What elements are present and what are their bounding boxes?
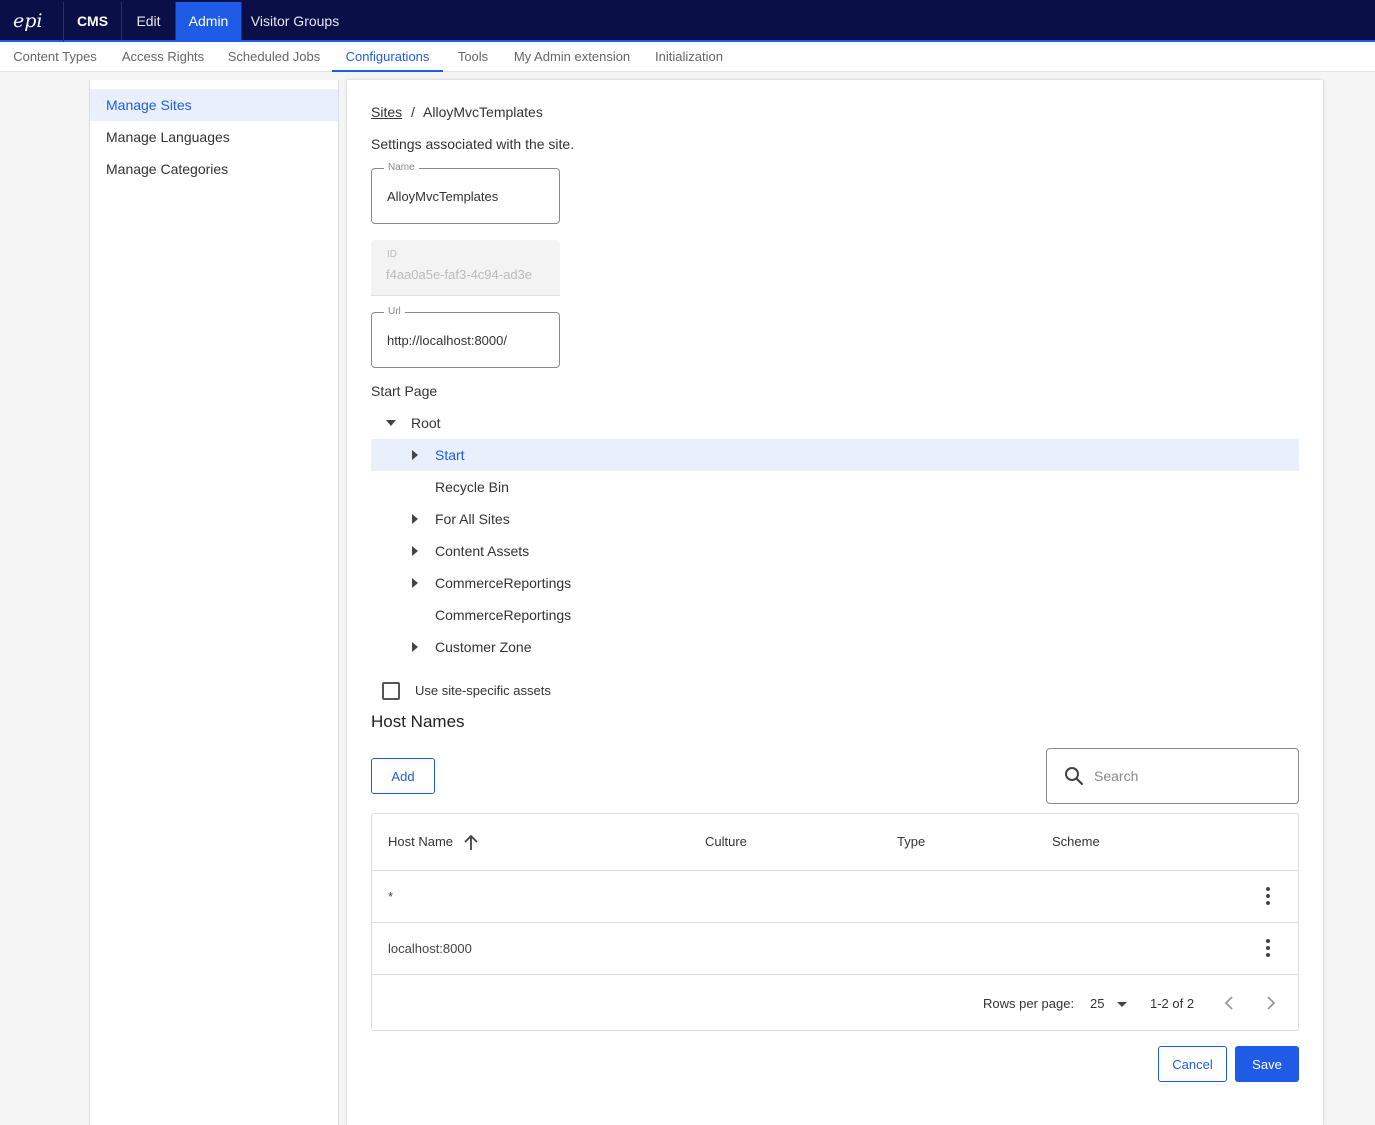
tree-node-commerce-reportings-2[interactable]: CommerceReportings — [371, 599, 1299, 631]
table-row[interactable]: localhost:8000 — [372, 922, 1298, 974]
host-name-cell: localhost:8000 — [388, 941, 472, 956]
breadcrumb-current: AlloyMvcTemplates — [423, 104, 543, 120]
search-input[interactable]: Search — [1094, 768, 1138, 784]
id-field: ID f4aa0a5e-faf3-4c94-ad3e — [371, 240, 560, 296]
tree-node-start[interactable]: Start — [371, 439, 1299, 471]
tab-tools[interactable]: Tools — [443, 42, 503, 72]
tab-scheduled-jobs[interactable]: Scheduled Jobs — [216, 42, 332, 72]
tree-node-label: CommerceReportings — [435, 607, 572, 623]
more-options-icon[interactable] — [1262, 887, 1274, 907]
chevron-left-icon[interactable] — [1224, 996, 1236, 1010]
nav-admin[interactable]: Admin — [176, 2, 242, 40]
page-description: Settings associated with the site. — [371, 136, 575, 152]
cancel-button[interactable]: Cancel — [1158, 1046, 1227, 1082]
breadcrumb-separator: / — [411, 104, 415, 120]
url-field-value[interactable]: http://localhost:8000/ — [387, 333, 507, 348]
column-header-scheme[interactable]: Scheme — [1052, 814, 1100, 870]
tab-content-types[interactable]: Content Types — [0, 42, 110, 72]
rows-per-page-select[interactable]: 25 — [1090, 993, 1130, 1015]
site-settings-card: Sites / AlloyMvcTemplates Settings assoc… — [347, 80, 1323, 1125]
caret-right-icon[interactable] — [409, 535, 421, 567]
sort-ascending-icon[interactable] — [463, 834, 479, 851]
site-specific-assets-checkbox[interactable] — [382, 682, 400, 700]
breadcrumb-sites-link[interactable]: Sites — [371, 104, 402, 120]
tree-node-commerce-reportings[interactable]: CommerceReportings — [371, 567, 1299, 599]
host-name-cell: * — [388, 889, 394, 904]
column-header-type[interactable]: Type — [897, 814, 925, 870]
admin-sub-navigation: Content Types Access Rights Scheduled Jo… — [0, 42, 1375, 72]
pagination-range: 1-2 of 2 — [1150, 996, 1195, 1011]
tab-configurations[interactable]: Configurations — [332, 42, 443, 72]
nav-edit[interactable]: Edit — [122, 2, 176, 40]
tree-node-for-all-sites[interactable]: For All Sites — [371, 503, 1299, 535]
breadcrumb: Sites / AlloyMvcTemplates — [371, 104, 543, 120]
url-field[interactable]: Url http://localhost:8000/ — [371, 306, 560, 368]
sidebar-item-manage-languages[interactable]: Manage Languages — [90, 121, 338, 153]
caret-down-icon[interactable] — [1117, 1002, 1127, 1007]
name-field[interactable]: Name AlloyMvcTemplates — [371, 162, 560, 224]
tree-node-label: Start — [435, 447, 465, 463]
svg-text:epi: epi — [13, 11, 42, 32]
episerver-logo[interactable]: epi — [0, 2, 64, 42]
caret-right-icon[interactable] — [409, 631, 421, 663]
table-row[interactable]: * — [372, 870, 1298, 922]
site-specific-assets-label: Use site-specific assets — [415, 683, 551, 698]
tree-node-label: Customer Zone — [435, 639, 532, 655]
tree-node-label: Recycle Bin — [435, 479, 509, 495]
name-field-label: Name — [384, 162, 419, 173]
caret-right-icon[interactable] — [409, 567, 421, 599]
tree-node-recycle-bin[interactable]: Recycle Bin — [371, 471, 1299, 503]
sidebar-item-manage-categories[interactable]: Manage Categories — [90, 153, 338, 185]
host-search-field[interactable]: Search — [1046, 748, 1299, 804]
tab-access-rights[interactable]: Access Rights — [110, 42, 216, 72]
more-options-icon[interactable] — [1262, 939, 1274, 959]
host-names-table: Host Name Culture Type Scheme * localhos… — [371, 813, 1299, 1031]
name-field-value[interactable]: AlloyMvcTemplates — [387, 189, 498, 204]
tree-node-label: Root — [411, 415, 441, 431]
save-button[interactable]: Save — [1235, 1046, 1299, 1082]
search-icon — [1064, 766, 1084, 789]
rows-per-page-label: Rows per page: — [983, 996, 1075, 1011]
column-header-culture[interactable]: Culture — [705, 814, 747, 870]
caret-right-icon[interactable] — [409, 503, 421, 535]
tree-node-label: Content Assets — [435, 543, 530, 559]
nav-cms[interactable]: CMS — [64, 2, 122, 40]
tab-initialization[interactable]: Initialization — [641, 42, 737, 72]
chevron-right-icon[interactable] — [1264, 996, 1276, 1010]
table-pagination: Rows per page: 25 1-2 of 2 — [372, 974, 1298, 1030]
id-field-value: f4aa0a5e-faf3-4c94-ad3e — [386, 267, 533, 282]
tree-node-label: CommerceReportings — [435, 575, 572, 591]
tree-node-content-assets[interactable]: Content Assets — [371, 535, 1299, 567]
tab-my-admin-extension[interactable]: My Admin extension — [503, 42, 641, 72]
url-field-label: Url — [384, 306, 405, 317]
nav-visitor-groups[interactable]: Visitor Groups — [242, 2, 348, 40]
column-header-host-name[interactable]: Host Name — [388, 814, 479, 870]
host-names-heading: Host Names — [371, 712, 465, 731]
caret-right-icon[interactable] — [409, 439, 421, 471]
tree-node-root[interactable]: Root — [371, 407, 1299, 439]
sidebar: Manage Sites Manage Languages Manage Cat… — [89, 80, 339, 1125]
top-navigation-bar: epi CMS Edit Admin Visitor Groups — [0, 0, 1375, 42]
id-field-label: ID — [387, 249, 397, 260]
tree-node-customer-zone[interactable]: Customer Zone — [371, 631, 1299, 663]
start-page-label: Start Page — [371, 383, 438, 399]
tree-node-label: For All Sites — [435, 511, 510, 527]
caret-down-icon[interactable] — [385, 407, 397, 439]
add-host-button[interactable]: Add — [371, 758, 435, 794]
sidebar-item-manage-sites[interactable]: Manage Sites — [90, 89, 338, 121]
